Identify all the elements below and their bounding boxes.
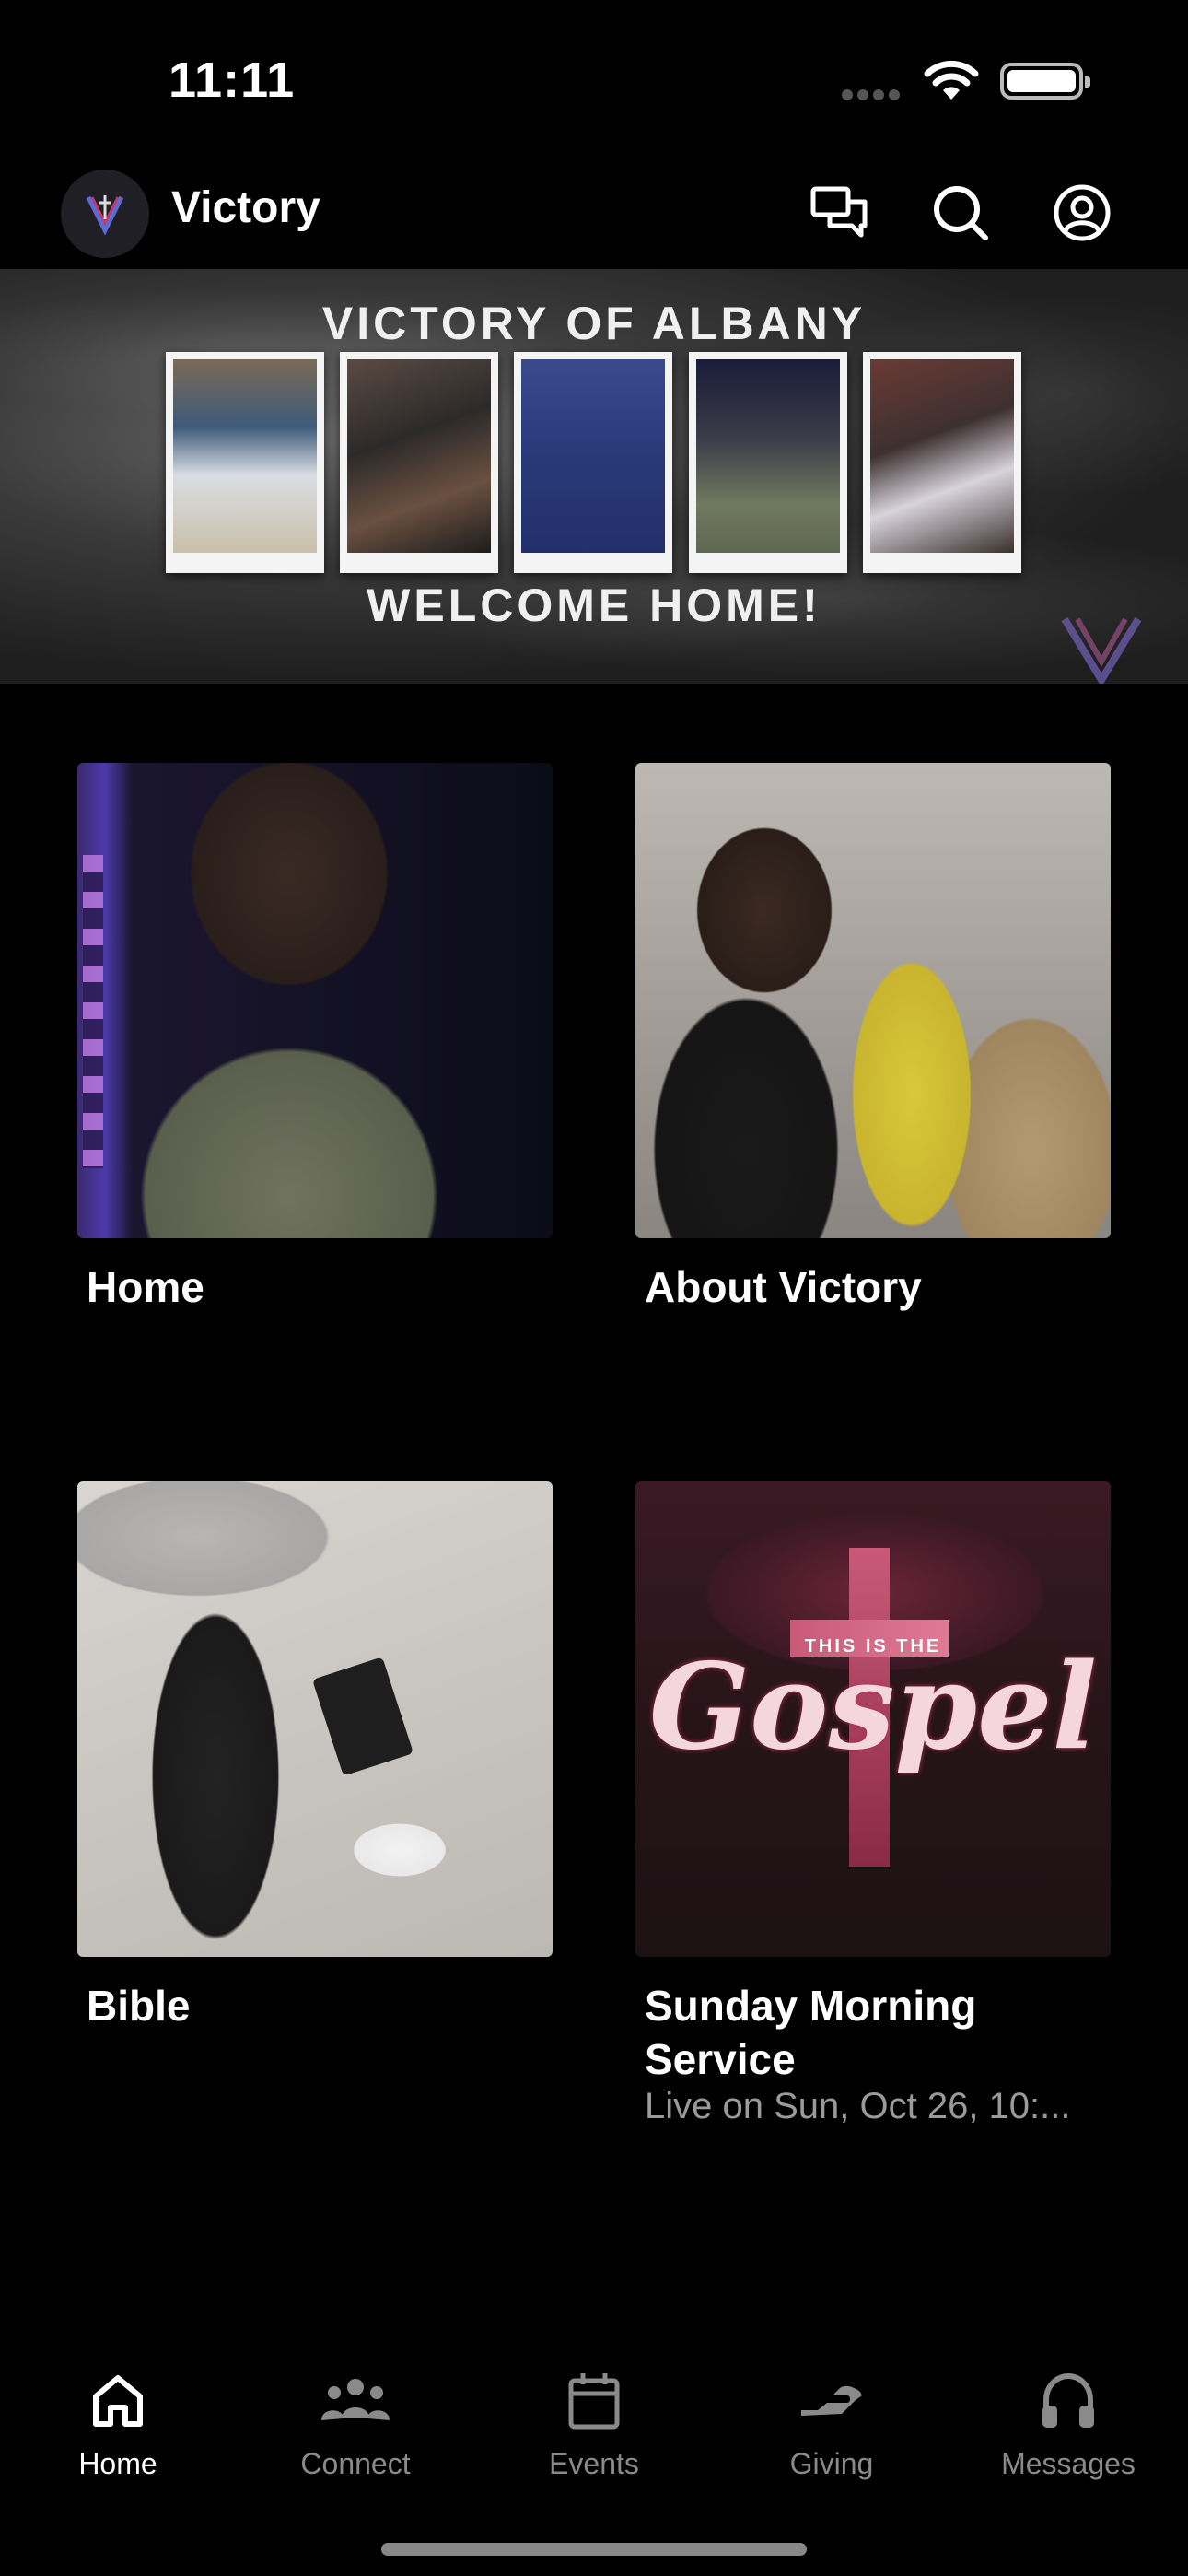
home-indicator[interactable] <box>381 2543 807 2556</box>
tile-image: THIS IS THE Gospel <box>635 1481 1111 1957</box>
app-title: Victory <box>171 183 320 232</box>
tile-image <box>635 763 1111 1238</box>
victory-logo-icon <box>1061 616 1142 684</box>
app-header: Victory <box>0 157 1188 269</box>
nav-events[interactable]: Events <box>502 2368 686 2497</box>
tile-title: Sunday Morning Service <box>645 1982 977 2083</box>
bottom-nav: Home Connect Events Giving Messages <box>0 2340 1188 2576</box>
tile-title: About Victory <box>645 1263 922 1311</box>
group-icon <box>319 2368 392 2434</box>
nav-label: Events <box>549 2447 639 2480</box>
home-icon <box>81 2368 155 2434</box>
account-icon <box>1054 184 1111 241</box>
search-icon <box>934 186 988 240</box>
victory-logo-icon <box>86 195 124 236</box>
banner-photo <box>689 352 847 573</box>
chat-icon <box>810 186 868 238</box>
nav-label: Messages <box>1001 2447 1136 2480</box>
tile-title: Home <box>87 1263 204 1311</box>
nav-giving[interactable]: Giving <box>740 2368 924 2497</box>
nav-label: Giving <box>789 2447 874 2480</box>
tile-subtitle: Live on Sun, Oct 26, 10:... <box>645 2086 1071 2126</box>
nav-label: Connect <box>300 2447 411 2480</box>
gospel-art-big-text: Gospel <box>648 1638 1098 1776</box>
banner-photo <box>166 352 324 573</box>
nav-label: Home <box>78 2447 157 2480</box>
calendar-icon <box>557 2368 631 2434</box>
tile-image <box>77 1481 553 1957</box>
tile-image <box>77 763 553 1238</box>
headphones-icon <box>1031 2368 1105 2434</box>
giving-hand-icon <box>795 2368 868 2434</box>
nav-home[interactable]: Home <box>26 2368 210 2497</box>
status-bar: 11:11 <box>0 0 1188 157</box>
app-logo[interactable] <box>61 170 149 258</box>
nav-connect[interactable]: Connect <box>263 2368 448 2497</box>
banner-subtitle: WELCOME HOME! <box>367 580 821 631</box>
wifi-icon <box>924 60 979 100</box>
profile-button[interactable] <box>1050 181 1114 245</box>
banner-photo <box>863 352 1021 573</box>
nav-messages[interactable]: Messages <box>976 2368 1160 2497</box>
welcome-banner[interactable]: VICTORY OF ALBANY WELCOME HOME! <box>0 269 1188 684</box>
chat-button[interactable] <box>807 181 871 245</box>
signal-icon <box>842 88 906 100</box>
status-time: 11:11 <box>169 53 296 108</box>
battery-icon <box>1000 63 1090 100</box>
banner-title: VICTORY OF ALBANY <box>321 298 867 349</box>
banner-photo <box>514 352 672 573</box>
banner-photo <box>340 352 498 573</box>
search-button[interactable] <box>928 181 993 245</box>
tile-title: Bible <box>87 1982 191 2030</box>
